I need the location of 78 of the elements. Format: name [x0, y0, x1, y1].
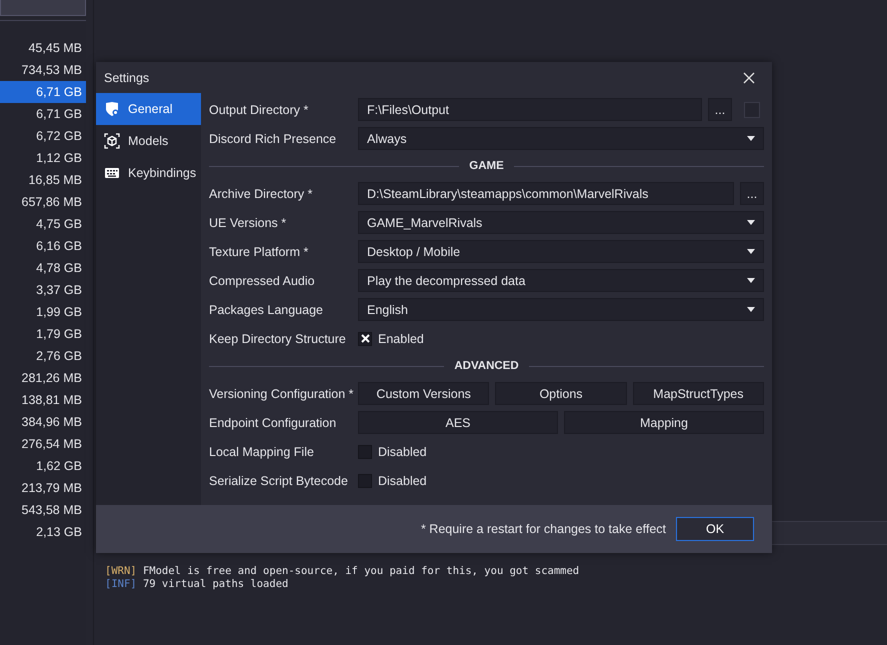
log-tag: [WRN]: [105, 565, 137, 577]
setting-label: Archive Directory *: [209, 186, 314, 200]
browse-button[interactable]: ...: [708, 98, 732, 121]
caret-icon: [747, 136, 755, 141]
setting-label: Endpoint Configuration: [209, 416, 338, 430]
caret-icon: [747, 307, 755, 312]
file-size-row[interactable]: 1,79 GB: [0, 323, 86, 345]
dropdown[interactable]: English: [358, 298, 764, 321]
setting-label: Compressed Audio: [209, 274, 316, 288]
file-size-row[interactable]: 4,78 GB: [0, 257, 86, 279]
ok-button[interactable]: OK: [676, 517, 754, 541]
nav-item[interactable]: Keybindings: [96, 157, 201, 189]
checkbox[interactable]: [358, 332, 372, 346]
file-size-row[interactable]: 1,12 GB: [0, 147, 86, 169]
config-button[interactable]: Mapping: [564, 411, 764, 434]
path-field[interactable]: F:\Files\Output: [358, 98, 702, 121]
file-size-row[interactable]: 16,85 MB: [0, 169, 86, 191]
dropdown[interactable]: GAME_MarvelRivals: [358, 211, 764, 234]
log-message: 79 virtual paths loaded: [142, 578, 288, 590]
file-size-row[interactable]: 6,72 GB: [0, 125, 86, 147]
nav-item[interactable]: General: [96, 93, 201, 125]
checkbox[interactable]: [358, 474, 372, 488]
setting-label: Packages Language: [209, 302, 324, 316]
setting-label: Serialize Script Bytecode: [209, 474, 349, 488]
restart-note: * Require a restart for changes to take effect: [420, 522, 666, 536]
setting-label: UE Versions *: [209, 216, 288, 230]
dropdown[interactable]: Desktop / Mobile: [358, 240, 764, 263]
setting-label: Versioning Configuration *: [209, 386, 355, 400]
file-size-row[interactable]: 6,71 GB: [0, 103, 86, 125]
browse-button[interactable]: ...: [740, 182, 764, 205]
file-size-row[interactable]: 45,45 MB: [0, 37, 86, 59]
keyboard-icon: [104, 165, 120, 181]
file-size-row[interactable]: 138,81 MB: [0, 389, 86, 411]
dialog-title: Settings: [104, 70, 150, 84]
checkbox[interactable]: [744, 102, 760, 118]
dropdown[interactable]: Always: [358, 127, 764, 150]
setting-label: Discord Rich Presence: [209, 132, 338, 146]
caret-icon: [747, 249, 755, 254]
dropdown[interactable]: Play the decompressed data: [358, 269, 764, 292]
file-size-row[interactable]: 657,86 MB: [0, 191, 86, 213]
section-heading: ADVANCED: [454, 360, 519, 372]
file-size-row[interactable]: 543,58 MB: [0, 499, 86, 521]
config-button[interactable]: Options: [495, 382, 627, 405]
input-field[interactable]: [0, 0, 86, 16]
file-size-row[interactable]: 1,99 GB: [0, 301, 86, 323]
file-size-row[interactable]: 2,76 GB: [0, 345, 86, 367]
file-size-row[interactable]: 3,37 GB: [0, 279, 86, 301]
caret-icon: [747, 278, 755, 283]
file-size-row[interactable]: 2,13 GB: [0, 521, 86, 543]
file-size-row[interactable]: 276,54 MB: [0, 433, 86, 455]
nav-item[interactable]: Models: [96, 125, 201, 157]
setting-label: Local Mapping File: [209, 444, 315, 458]
log-message: FModel is free and open-source, if you paid for this, you got scammed: [142, 565, 580, 577]
checkbox-label: Enabled: [378, 332, 424, 346]
config-button[interactable]: MapStructTypes: [632, 382, 764, 405]
file-size-row[interactable]: 6,71 GB: [0, 81, 86, 103]
shield-icon: [104, 101, 120, 117]
checkbox-label: Disabled: [378, 474, 427, 488]
config-button[interactable]: Custom Versions: [358, 382, 490, 405]
setting-label: Keep Directory Structure: [209, 332, 347, 346]
file-size-row[interactable]: 384,96 MB: [0, 411, 86, 433]
file-size-row[interactable]: 213,79 MB: [0, 477, 86, 499]
file-size-row[interactable]: 4,75 GB: [0, 213, 86, 235]
caret-icon: [747, 220, 755, 225]
path-field[interactable]: D:\SteamLibrary\steamapps\common\MarvelRivals: [358, 182, 734, 205]
checkbox[interactable]: [358, 444, 372, 458]
file-size-row[interactable]: 734,53 MB: [0, 59, 86, 81]
file-size-row[interactable]: 6,16 GB: [0, 235, 86, 257]
file-size-row[interactable]: 281,26 MB: [0, 367, 86, 389]
log-tag: [INF]: [105, 578, 137, 590]
section-heading: GAME: [469, 160, 504, 172]
config-button[interactable]: AES: [358, 411, 558, 434]
close-icon[interactable]: [742, 70, 756, 84]
cube-icon: [104, 133, 120, 149]
file-size-row[interactable]: 1,62 GB: [0, 455, 86, 477]
setting-label: Texture Platform *: [209, 244, 310, 258]
checkbox-label: Disabled: [378, 444, 427, 458]
setting-label: Output Directory *: [209, 102, 310, 116]
